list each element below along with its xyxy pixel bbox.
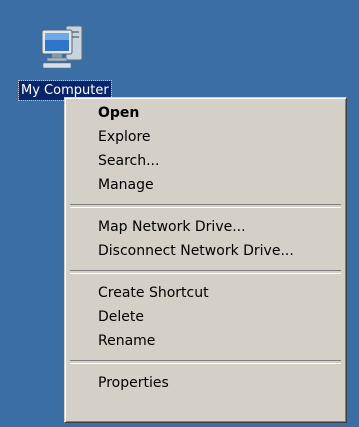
menu-item-delete[interactable]: Delete <box>68 305 343 329</box>
desktop-icon-my-computer[interactable]: My Computer <box>18 20 112 102</box>
menu-separator <box>70 360 341 364</box>
menu-separator <box>70 204 341 208</box>
menu-item-rename[interactable]: Rename <box>68 329 343 353</box>
menu-item-map-network-drive[interactable]: Map Network Drive... <box>68 215 343 239</box>
computer-icon <box>41 25 83 69</box>
menu-item-open[interactable]: Open <box>68 101 343 125</box>
menu-item-create-shortcut[interactable]: Create Shortcut <box>68 281 343 305</box>
desktop[interactable]: My Computer Open Explore Search... Manag… <box>0 0 359 427</box>
menu-item-explore[interactable]: Explore <box>68 125 343 149</box>
menu-item-properties[interactable]: Properties <box>68 371 343 395</box>
menu-separator <box>70 270 341 274</box>
menu-item-search[interactable]: Search... <box>68 149 343 173</box>
context-menu: Open Explore Search... Manage Map Networ… <box>64 97 347 423</box>
menu-item-disconnect-network-drive[interactable]: Disconnect Network Drive... <box>68 239 343 263</box>
menu-item-manage[interactable]: Manage <box>68 173 343 197</box>
